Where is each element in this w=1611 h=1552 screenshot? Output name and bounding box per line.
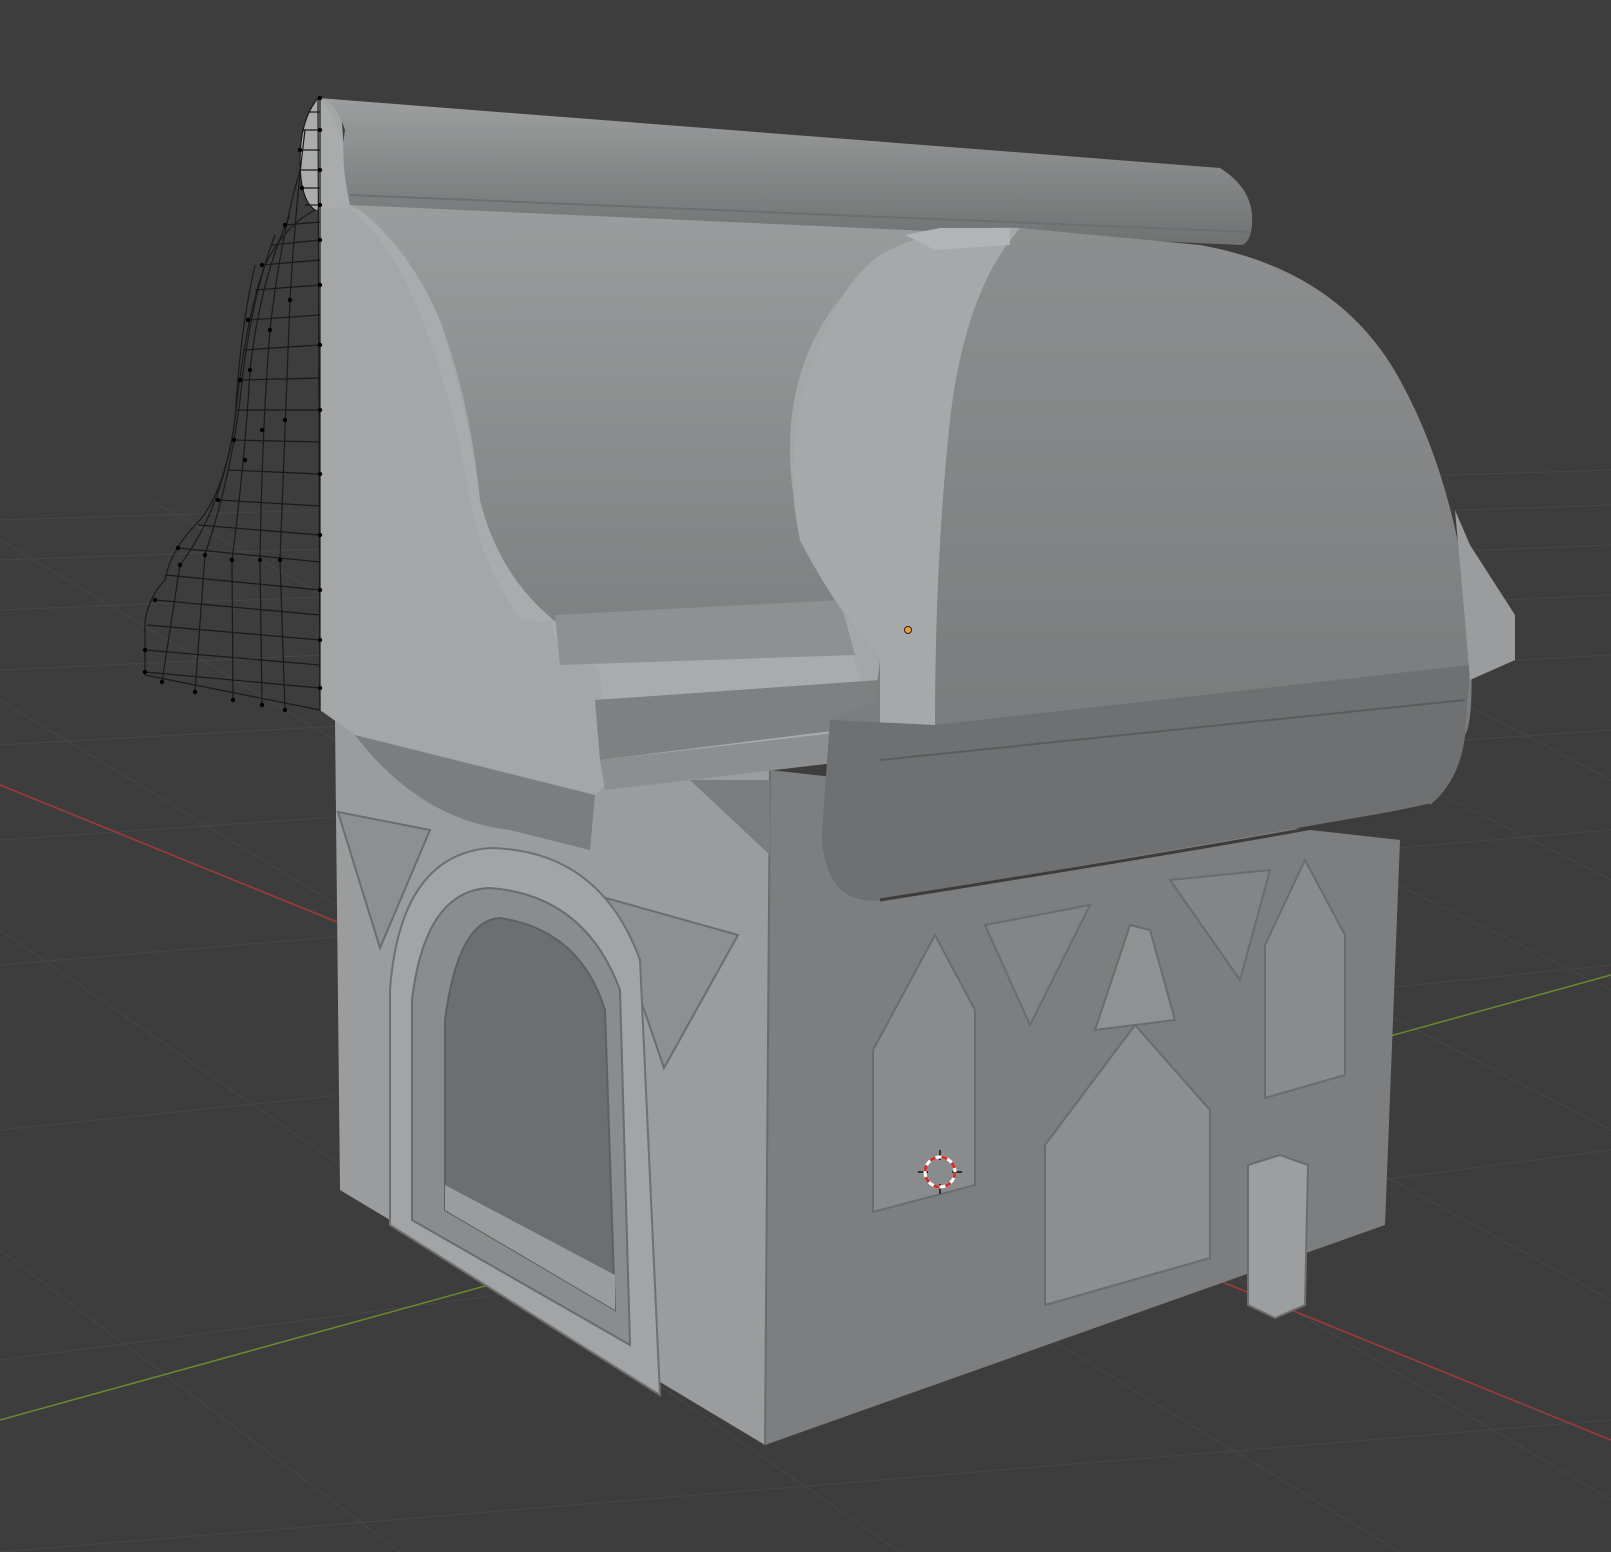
3d-viewport[interactable]	[0, 0, 1611, 1552]
viewport-canvas[interactable]	[0, 0, 1611, 1552]
door-post	[1247, 1153, 1310, 1320]
house-mesh[interactable]	[300, 98, 1515, 1446]
edit-mode-wireframe[interactable]	[144, 96, 321, 711]
object-origin-icon	[904, 626, 912, 634]
